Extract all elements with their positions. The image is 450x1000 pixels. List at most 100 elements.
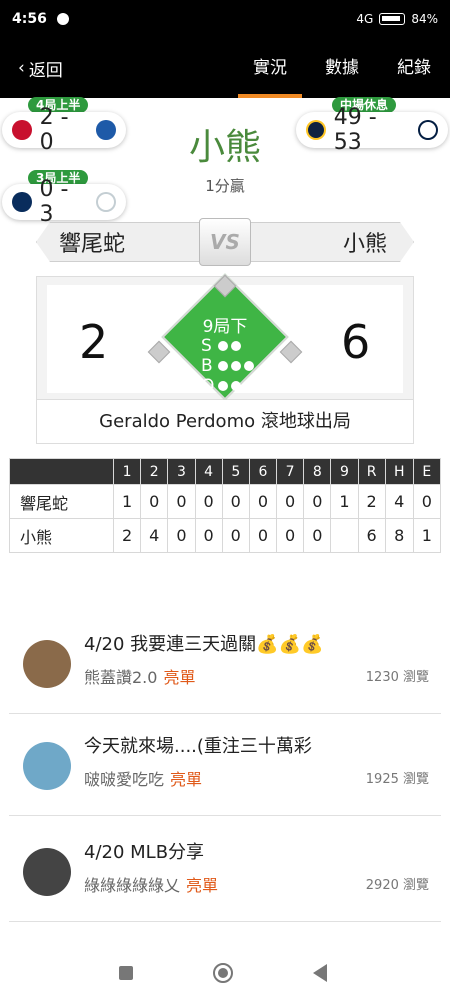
tab-bar: 實況 數據 紀錄 xyxy=(234,38,450,98)
post-title: 今天就來場....(重注三十萬彩 xyxy=(84,736,312,757)
tab-stats[interactable]: 數據 xyxy=(306,38,378,98)
count-dot-icon xyxy=(218,341,228,351)
back-icon[interactable] xyxy=(313,964,327,982)
win-margin: 1分贏 xyxy=(205,177,245,195)
header-cell: E xyxy=(412,458,442,485)
linescore-table: 1 2 3 4 5 6 7 8 9 R H E 響尾蛇 1 0 0 0 0 0 … xyxy=(9,458,442,553)
away-team-name: 響尾蛇 xyxy=(36,222,211,262)
header-cell: 6 xyxy=(248,458,278,485)
home-team-name: 小熊 xyxy=(239,222,414,262)
score-cell: 1 xyxy=(112,484,142,519)
linescore-header: 1 2 3 4 5 6 7 8 9 R H E xyxy=(9,458,442,485)
header-cell: R xyxy=(357,458,386,485)
score-cell: 8 xyxy=(384,518,414,553)
score-cell: 0 xyxy=(140,484,169,519)
out-count: O xyxy=(201,376,241,396)
battery-level: 84% xyxy=(411,12,438,26)
score-cell: 2 xyxy=(357,484,386,519)
post-title: 4/20 MLB分享 xyxy=(84,842,205,863)
header-cell xyxy=(9,458,114,485)
score-cell: 0 xyxy=(248,518,278,553)
post-views: 2920 瀏覽 xyxy=(365,878,429,893)
post-author: 熊蓋讚2.0 亮單 xyxy=(84,664,195,688)
list-item[interactable]: 今天就來場....(重注三十萬彩 啵啵愛吃吃 亮單 1925 瀏覽 xyxy=(9,720,441,816)
matchup-bar: 響尾蛇 小熊 VS xyxy=(36,218,414,266)
score-cell: 0 xyxy=(167,484,196,519)
score-cell: 0 xyxy=(221,484,250,519)
avatar xyxy=(23,742,71,790)
status-bar: 4:56 4G 84% xyxy=(0,0,450,38)
status-icons: 4G 84% xyxy=(356,12,438,26)
score-cell: 1 xyxy=(412,518,442,553)
header-cell: 8 xyxy=(303,458,332,485)
avatar xyxy=(23,848,71,896)
system-nav-bar xyxy=(0,950,450,1000)
notification-icon xyxy=(56,13,69,25)
ball-label: B xyxy=(201,356,213,376)
post-views: 1925 瀏覽 xyxy=(365,772,429,787)
score-cell: 0 xyxy=(248,484,278,519)
strike-label: S xyxy=(201,336,212,356)
count-dot-icon xyxy=(231,361,241,371)
post-views: 1230 瀏覽 xyxy=(365,670,429,685)
list-item[interactable]: 4/20 我要連三天過關💰💰💰 熊蓋讚2.0 亮單 1230 瀏覽 xyxy=(9,618,441,714)
author-name: 綠綠綠綠綠乂 xyxy=(84,876,181,895)
header-cell: 7 xyxy=(276,458,305,485)
score-cell: 0 xyxy=(276,484,305,519)
list-item[interactable]: 4/20 MLB分享 綠綠綠綠綠乂 亮單 2920 瀏覽 xyxy=(9,826,441,922)
score-cell: 0 xyxy=(194,518,223,553)
avatar xyxy=(23,640,71,688)
header-cell: 1 xyxy=(112,458,142,485)
table-row: 小熊 2 4 0 0 0 0 0 0 6 8 1 xyxy=(9,518,442,553)
post-author: 綠綠綠綠綠乂 亮單 xyxy=(84,872,218,896)
count-dot-icon xyxy=(231,381,241,391)
header-cell: 5 xyxy=(221,458,250,485)
score-cell: 0 xyxy=(194,484,223,519)
post-tag: 亮單 xyxy=(163,668,196,687)
baseball-diamond: 9局下 S B O xyxy=(147,273,303,401)
score-cell: 0 xyxy=(303,518,332,553)
tab-log[interactable]: 紀錄 xyxy=(378,38,450,98)
count-dot-icon xyxy=(244,361,254,371)
back-label: 返回 xyxy=(28,60,63,81)
ball-count: B xyxy=(201,356,254,376)
winner-name: 小熊 xyxy=(188,127,261,168)
tab-live[interactable]: 實況 xyxy=(234,38,306,98)
count-dot-icon xyxy=(218,361,228,371)
score-cell: 6 xyxy=(357,518,386,553)
score-cell: 0 xyxy=(167,518,196,553)
score-cell: 0 xyxy=(221,518,250,553)
home-score: 6 xyxy=(341,315,371,369)
header-cell: 4 xyxy=(194,458,223,485)
header-cell: 3 xyxy=(167,458,196,485)
score-cell: 1 xyxy=(330,484,359,519)
score-cell: 0 xyxy=(276,518,305,553)
clock: 4:56 xyxy=(12,11,47,27)
score-cell: 4 xyxy=(384,484,414,519)
team-cell: 響尾蛇 xyxy=(9,484,114,519)
strike-count: S xyxy=(201,336,241,356)
top-nav: ‹ 返回 實況 數據 紀錄 xyxy=(0,38,450,98)
count-dot-icon xyxy=(218,381,228,391)
inning-label: 9局下 xyxy=(202,317,248,337)
score-cell: 2 xyxy=(112,518,142,553)
score-cell xyxy=(330,518,359,553)
team-cell: 小熊 xyxy=(9,518,114,553)
post-tag: 亮單 xyxy=(170,770,203,789)
post-title: 4/20 我要連三天過關💰💰💰 xyxy=(84,634,324,655)
score-cell: 0 xyxy=(412,484,442,519)
battery-icon xyxy=(379,13,406,25)
header-cell: H xyxy=(384,458,414,485)
header-cell: 9 xyxy=(330,458,359,485)
recents-icon[interactable] xyxy=(119,966,133,980)
out-label: O xyxy=(201,376,215,396)
post-tag: 亮單 xyxy=(186,876,219,895)
third-base-icon xyxy=(147,340,171,364)
author-name: 熊蓋讚2.0 xyxy=(84,668,158,687)
back-button[interactable]: ‹ 返回 xyxy=(18,56,63,81)
score-cell: 0 xyxy=(303,484,332,519)
signal-label: 4G xyxy=(356,12,374,26)
home-icon[interactable] xyxy=(213,963,233,983)
vs-badge: VS xyxy=(199,218,251,266)
chevron-left-icon: ‹ xyxy=(18,58,25,78)
